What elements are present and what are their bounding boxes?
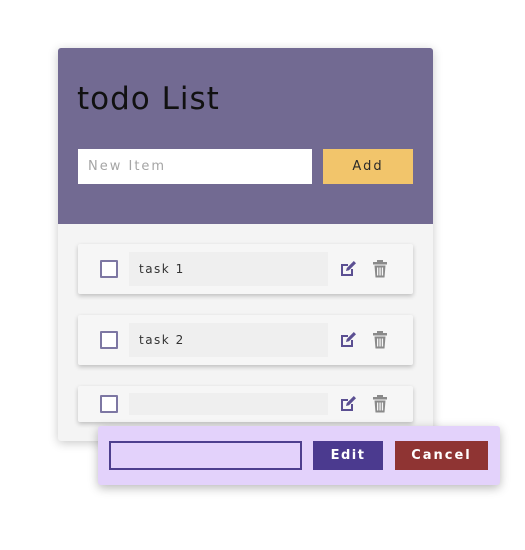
edit-icon[interactable]	[339, 331, 357, 349]
task-checkbox[interactable]	[100, 260, 118, 278]
task-checkbox[interactable]	[100, 395, 118, 413]
edit-icon[interactable]	[339, 260, 357, 278]
task-text	[129, 393, 328, 415]
edit-panel: Edit Cancel	[98, 426, 500, 485]
task-item: task 1	[78, 244, 413, 294]
trash-icon[interactable]	[372, 395, 388, 413]
edit-icon[interactable]	[339, 395, 357, 413]
task-item: task 2	[78, 315, 413, 365]
todo-card: todo List Add task 1 task 2	[58, 48, 433, 441]
edit-input[interactable]	[109, 441, 302, 470]
new-item-input[interactable]	[78, 149, 312, 184]
task-checkbox[interactable]	[100, 331, 118, 349]
trash-icon[interactable]	[372, 331, 388, 349]
task-text: task 2	[129, 323, 328, 357]
task-text: task 1	[129, 252, 328, 286]
edit-button[interactable]: Edit	[313, 441, 383, 470]
card-header: todo List Add	[58, 48, 433, 224]
trash-icon[interactable]	[372, 260, 388, 278]
add-button[interactable]: Add	[323, 149, 413, 184]
task-item	[78, 386, 413, 422]
cancel-button[interactable]: Cancel	[395, 441, 488, 470]
page-title: todo List	[77, 81, 220, 117]
